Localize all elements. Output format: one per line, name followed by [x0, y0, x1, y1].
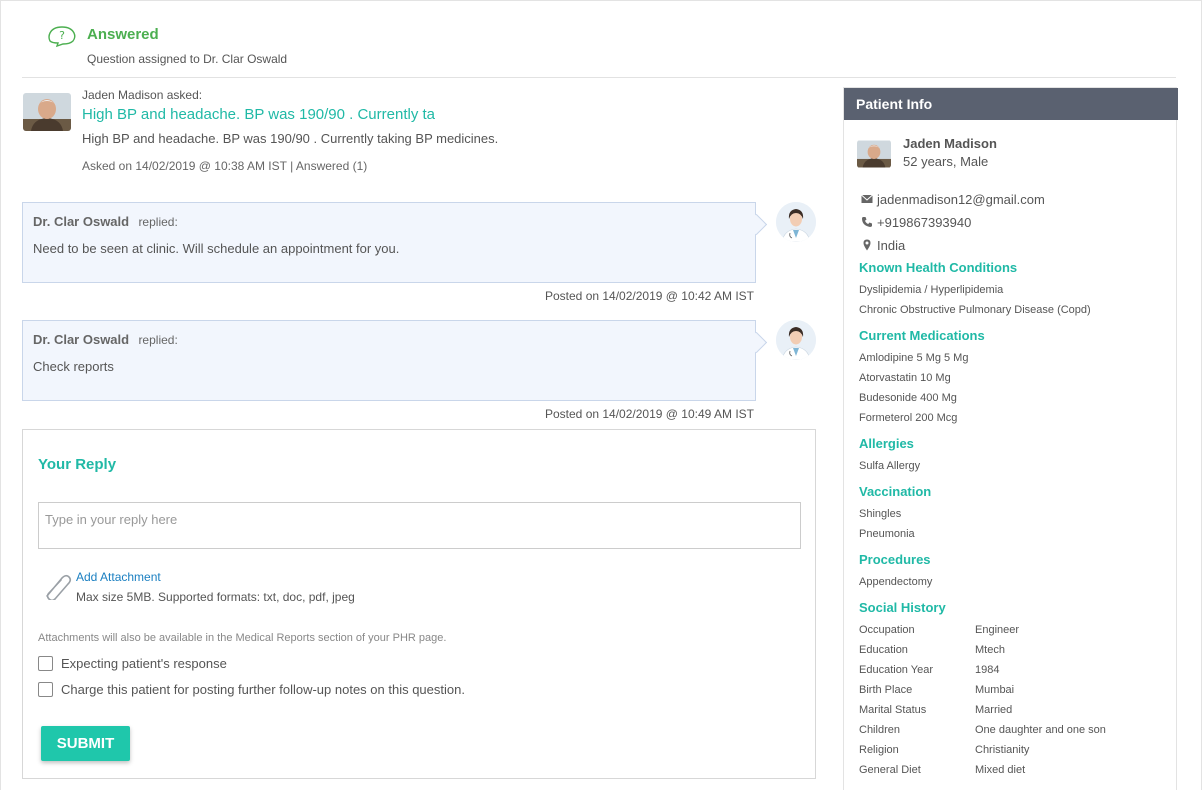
- condition-item: Chronic Obstructive Pulmonary Disease (C…: [859, 304, 1091, 316]
- reply-text: Check reports: [33, 359, 114, 374]
- social-value: Christianity: [975, 744, 1030, 756]
- question-title-link[interactable]: High BP and headache. BP was 190/90 . Cu…: [82, 106, 435, 123]
- social-value: 1984: [975, 664, 1000, 676]
- charge-patient-label: Charge this patient for posting further …: [61, 682, 465, 697]
- social-value: Mtech: [975, 644, 1005, 656]
- condition-item: Dyslipidemia / Hyperlipidemia: [859, 284, 1004, 296]
- submit-button[interactable]: SUBMIT: [41, 726, 130, 761]
- medication-item: Amlodipine 5 Mg 5 Mg: [859, 352, 969, 364]
- procedures-title: Procedures: [859, 552, 931, 567]
- patient-email: jadenmadison12@gmail.com: [877, 192, 1045, 207]
- patient-location-row: India: [861, 238, 905, 254]
- vaccination-item: Shingles: [859, 508, 902, 520]
- patient-location: India: [877, 238, 906, 253]
- reply-doctor-name: Dr. Clar Oswald: [33, 332, 130, 347]
- medication-item: Formeterol 200 Mcg: [859, 412, 958, 424]
- expecting-response-label: Expecting patient's response: [61, 656, 227, 671]
- social-key: Children: [859, 724, 900, 736]
- reply-timestamp: Posted on 14/02/2019 @ 10:49 AM IST: [545, 407, 754, 421]
- reply-form: Your Reply Add Attachment Max size 5MB. …: [22, 429, 816, 779]
- status-label: Answered: [87, 26, 159, 43]
- vaccination-title: Vaccination: [859, 484, 932, 499]
- social-key: Education Year: [859, 664, 934, 676]
- reply-form-title: Your Reply: [38, 456, 117, 473]
- doctor-avatar: [776, 320, 816, 360]
- question-chat-icon: ?: [48, 26, 76, 48]
- question-body: High BP and headache. BP was 190/90 . Cu…: [82, 131, 499, 146]
- map-pin-icon: [863, 239, 871, 251]
- current-medications-title: Current Medications: [859, 328, 985, 343]
- add-attachment-link[interactable]: Add Attachment: [76, 570, 161, 584]
- patient-name: Jaden Madison: [903, 136, 997, 151]
- svg-text:?: ?: [59, 29, 65, 42]
- expecting-response-option[interactable]: Expecting patient's response: [38, 656, 338, 672]
- expecting-response-checkbox[interactable]: [38, 656, 53, 671]
- patient-info-panel: Patient Info Jaden Madison 52 years, Mal…: [843, 87, 1178, 790]
- doctor-avatar: [776, 202, 816, 242]
- social-value: One daughter and one son: [975, 724, 1106, 736]
- social-key: Occupation: [859, 624, 915, 636]
- reply-action: replied:: [138, 215, 178, 229]
- medication-item: Budesonide 400 Mg: [859, 392, 957, 404]
- reply-input[interactable]: [38, 502, 801, 549]
- reply-timestamp: Posted on 14/02/2019 @ 10:42 AM IST: [545, 289, 754, 303]
- question-meta: Asked on 14/02/2019 @ 10:38 AM IST | Ans…: [82, 159, 368, 173]
- social-key: Marital Status: [859, 704, 927, 716]
- social-key: Religion: [859, 744, 899, 756]
- allergies-title: Allergies: [859, 436, 914, 451]
- reply-doctor-name: Dr. Clar Oswald: [33, 214, 130, 229]
- patient-email-row: jadenmadison12@gmail.com: [861, 192, 1045, 208]
- social-value: Mixed diet: [975, 764, 1026, 776]
- vaccination-item: Pneumonia: [859, 528, 915, 540]
- known-conditions-title: Known Health Conditions: [859, 260, 1018, 275]
- social-value: Married: [975, 704, 1013, 716]
- patient-age-gender: 52 years, Male: [903, 154, 989, 169]
- social-history-title: Social History: [859, 600, 946, 615]
- reply-bubble: Dr. Clar Oswald replied: Need to be seen…: [22, 202, 756, 283]
- assigned-text: Question assigned to Dr. Clar Oswald: [87, 52, 288, 66]
- attachment-hint: Max size 5MB. Supported formats: txt, do…: [76, 590, 355, 604]
- envelope-icon: [861, 194, 873, 203]
- phone-icon: [862, 217, 872, 227]
- reply-text: Need to be seen at clinic. Will schedule…: [33, 241, 400, 256]
- charge-patient-option[interactable]: Charge this patient for posting further …: [38, 682, 498, 698]
- paperclip-icon: [46, 574, 72, 600]
- divider: [22, 77, 1176, 78]
- procedure-item: Appendectomy: [859, 576, 933, 588]
- reply-bubble: Dr. Clar Oswald replied: Check reports: [22, 320, 756, 401]
- social-key: Education: [859, 644, 908, 656]
- charge-patient-checkbox[interactable]: [38, 682, 53, 697]
- reply-action: replied:: [138, 333, 178, 347]
- medication-item: Atorvastatin 10 Mg: [859, 372, 951, 384]
- social-key: General Diet: [859, 764, 921, 776]
- patient-phone-row: +919867393940: [861, 215, 971, 231]
- social-key: Birth Place: [859, 684, 913, 696]
- attachment-note: Attachments will also be available in th…: [38, 632, 447, 644]
- patient-avatar: [23, 93, 71, 131]
- patient-phone: +919867393940: [877, 215, 972, 230]
- question-asker: Jaden Madison asked:: [82, 88, 203, 102]
- social-value: Engineer: [975, 624, 1020, 636]
- patient-avatar: [857, 140, 891, 168]
- allergy-item: Sulfa Allergy: [859, 460, 921, 472]
- patient-info-header: Patient Info: [844, 88, 1178, 120]
- social-value: Mumbai: [975, 684, 1015, 696]
